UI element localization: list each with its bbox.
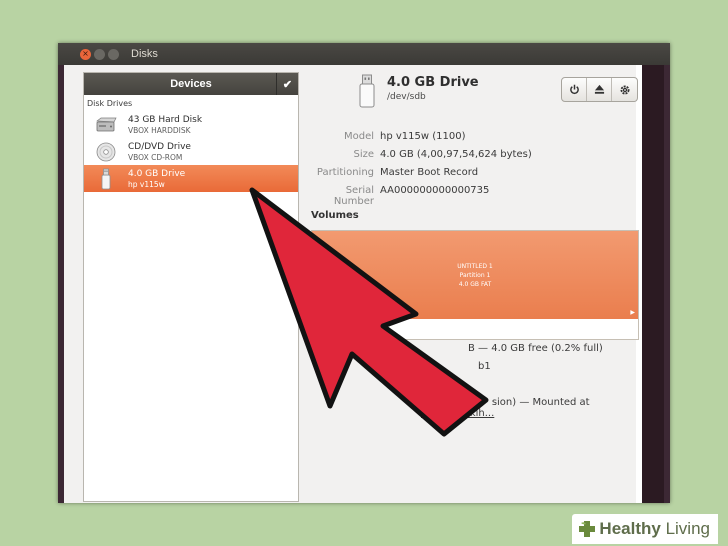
property-partitioning: Partitioning Master Boot Record — [303, 167, 478, 181]
power-off-button[interactable] — [562, 78, 587, 101]
sidebar-item-cd-dvd[interactable]: CD/DVD Drive VBOX CD-ROM — [84, 138, 298, 165]
eject-icon — [594, 84, 604, 94]
eject-button[interactable] — [587, 78, 612, 101]
property-label: Partitioning — [316, 167, 374, 178]
disk-drives-group-label: Disk Drives — [87, 99, 133, 108]
maximize-icon[interactable] — [108, 48, 119, 60]
healthy-living-watermark: Healthy Living — [572, 514, 718, 544]
drive-title: 4.0 GB Drive — [387, 75, 479, 90]
property-label: Size — [353, 149, 374, 160]
property-value: Master Boot Record — [380, 167, 479, 178]
drive-action-buttons — [561, 77, 638, 102]
drive-model: VBOX CD-ROM — [128, 152, 183, 162]
title-bar: × Disks — [58, 43, 670, 65]
drive-name: 43 GB Hard Disk — [128, 114, 203, 125]
power-icon — [569, 84, 579, 95]
property-size: Size 4.0 GB (4,00,97,54,624 bytes) — [303, 149, 532, 163]
property-model: Model hp v115w (1100) — [303, 131, 466, 145]
property-value: 4.0 GB (4,00,97,54,624 bytes) — [380, 149, 532, 160]
devices-header: Devices ✔ — [84, 73, 298, 95]
property-label: Model — [343, 131, 374, 142]
drive-name: 4.0 GB Drive — [128, 168, 186, 179]
healthy-living-logo-icon — [579, 521, 596, 537]
hard-disk-icon — [94, 114, 118, 136]
property-value: hp v115w (1100) — [380, 131, 466, 142]
sidebar-item-hard-disk[interactable]: 43 GB Hard Disk VBOX HARDDISK — [84, 111, 298, 138]
drive-device-path: /dev/sdb — [387, 92, 426, 102]
window-border-left — [58, 65, 64, 503]
check-icon: ✔ — [282, 78, 293, 91]
usb-drive-large-icon — [351, 73, 383, 109]
usb-drive-icon — [94, 168, 118, 190]
drive-name: CD/DVD Drive — [128, 141, 191, 152]
gear-icon — [620, 85, 629, 94]
watermark-word-2: Living — [665, 519, 710, 538]
drive-model: VBOX HARDDISK — [128, 125, 191, 135]
window-border-right — [642, 65, 670, 503]
watermark-word-1: Healthy — [599, 519, 661, 538]
window-title: Disks — [131, 48, 158, 60]
settings-button[interactable] — [612, 78, 637, 101]
devices-header-label: Devices — [170, 78, 212, 90]
optical-disc-icon — [94, 141, 118, 163]
close-icon[interactable]: × — [80, 48, 91, 60]
minimize-icon[interactable] — [94, 48, 105, 60]
play-arrow-icon: ▶ — [630, 309, 635, 316]
contents-value: sion) — Mounted at — [491, 397, 590, 408]
drive-model: hp v115w — [128, 179, 165, 189]
pointer-arrow-icon — [249, 187, 489, 437]
select-check-button[interactable]: ✔ — [276, 73, 298, 95]
